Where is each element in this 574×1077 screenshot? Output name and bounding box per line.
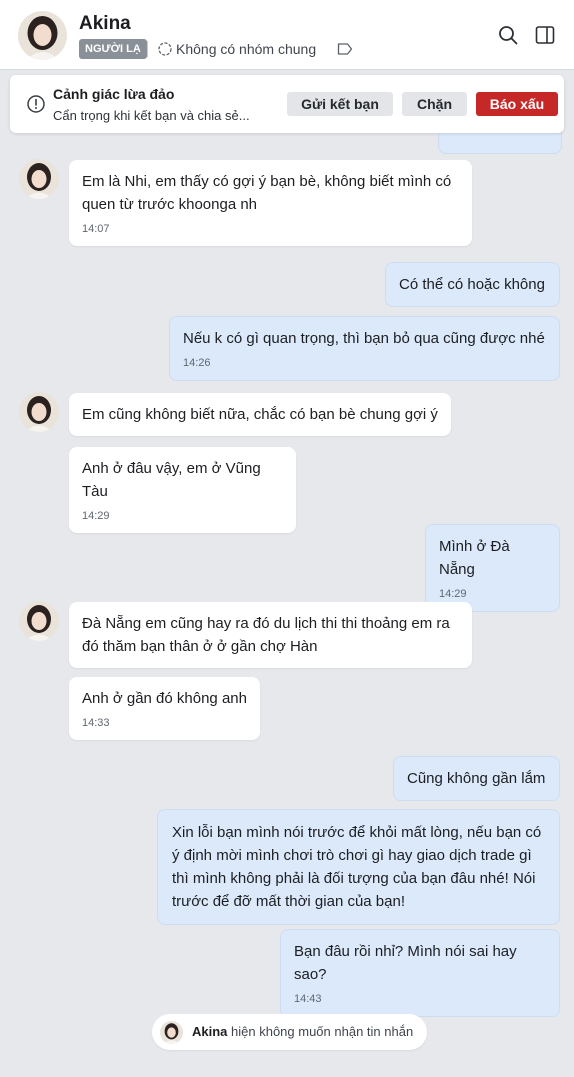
- sender-avatar[interactable]: [19, 159, 59, 199]
- status-message: hiện không muốn nhận tin nhắn: [231, 1024, 414, 1039]
- message-text: Em là Nhi, em thấy có gợi ý bạn bè, khôn…: [82, 173, 452, 213]
- message-time: 14:43: [294, 993, 322, 1005]
- message-bubble-outgoing[interactable]: Mình ở Đà Nẵng 14:29: [425, 524, 560, 612]
- sender-avatar[interactable]: [19, 392, 59, 432]
- stranger-badge: NGƯỜI LẠ: [79, 39, 147, 59]
- message-bubble-outgoing[interactable]: Bạn đâu rồi nhỉ? Mình nói sai hay sao? 1…: [280, 929, 560, 1017]
- message-time: 14:26: [183, 357, 211, 369]
- contact-name[interactable]: Akina: [79, 13, 131, 35]
- status-text: Akina hiện không muốn nhận tin nhắn: [192, 1024, 413, 1039]
- message-text: Cũng không gần lắm: [407, 770, 546, 787]
- message-bubble-outgoing[interactable]: Có thể có hoặc không: [385, 262, 560, 307]
- scam-warning-bar: Cảnh giác lừa đảo Cẩn trọng khi kết bạn …: [10, 75, 564, 133]
- chat-header: Akina NGƯỜI LẠ Không có nhóm chung: [0, 0, 574, 70]
- sender-avatar[interactable]: [19, 601, 59, 641]
- report-button[interactable]: Báo xấu: [476, 92, 558, 116]
- tag-icon[interactable]: [337, 42, 353, 56]
- message-bubble-incoming[interactable]: Em cũng không biết nữa, chắc có bạn bè c…: [69, 393, 451, 436]
- message-bubble-outgoing[interactable]: Xin lỗi bạn mình nói trước để khỏi mất l…: [157, 809, 560, 925]
- message-time: 14:07: [82, 223, 110, 235]
- search-icon[interactable]: [498, 25, 518, 45]
- message-time: 14:33: [82, 717, 110, 729]
- message-bubble-incoming[interactable]: Em là Nhi, em thấy có gợi ý bạn bè, khôn…: [69, 160, 472, 246]
- common-group-text[interactable]: Không có nhóm chung: [176, 41, 316, 57]
- message-bubble-incoming[interactable]: Anh ở gần đó không anh 14:33: [69, 677, 260, 740]
- send-friend-request-button[interactable]: Gửi kết bạn: [287, 92, 393, 116]
- message-text: Xin lỗi bạn mình nói trước để khỏi mất l…: [172, 824, 542, 910]
- message-text: Nếu k có gì quan trọng, thì bạn bỏ qua c…: [183, 330, 545, 347]
- info-icon: [27, 95, 45, 113]
- warning-description: Cẩn trọng khi kết bạn và chia sẻ...: [53, 108, 250, 123]
- message-bubble-incoming[interactable]: Đà Nẵng em cũng hay ra đó du lịch thi th…: [69, 602, 472, 668]
- message-text: Có thể có hoặc không: [399, 276, 545, 293]
- header-divider: [147, 41, 148, 57]
- layout-panel-icon[interactable]: [535, 25, 555, 45]
- status-avatar: [160, 1021, 183, 1044]
- message-text: Bạn đâu rồi nhỉ? Mình nói sai hay sao?: [294, 943, 517, 983]
- message-text: Đà Nẵng em cũng hay ra đó du lịch thi th…: [82, 615, 450, 655]
- warning-title: Cảnh giác lừa đảo: [53, 86, 175, 102]
- message-time: 14:29: [82, 510, 110, 522]
- message-time: 14:29: [439, 588, 467, 600]
- messaging-status-notice: Akina hiện không muốn nhận tin nhắn: [152, 1014, 427, 1050]
- refresh-circle-icon: [158, 42, 172, 56]
- message-text: Mình ở Đà Nẵng: [439, 538, 510, 578]
- message-text: Em cũng không biết nữa, chắc có bạn bè c…: [82, 406, 438, 423]
- message-text: Anh ở gần đó không anh: [82, 690, 247, 707]
- message-bubble-outgoing[interactable]: Nếu k có gì quan trọng, thì bạn bỏ qua c…: [169, 316, 560, 381]
- message-bubble-outgoing[interactable]: Cũng không gần lắm: [393, 756, 560, 801]
- block-button[interactable]: Chặn: [402, 92, 467, 116]
- message-text: Anh ở đâu vậy, em ở Vũng Tàu: [82, 460, 261, 500]
- status-name: Akina: [192, 1024, 228, 1039]
- contact-avatar[interactable]: [18, 11, 67, 60]
- message-bubble-incoming[interactable]: Anh ở đâu vậy, em ở Vũng Tàu 14:29: [69, 447, 296, 533]
